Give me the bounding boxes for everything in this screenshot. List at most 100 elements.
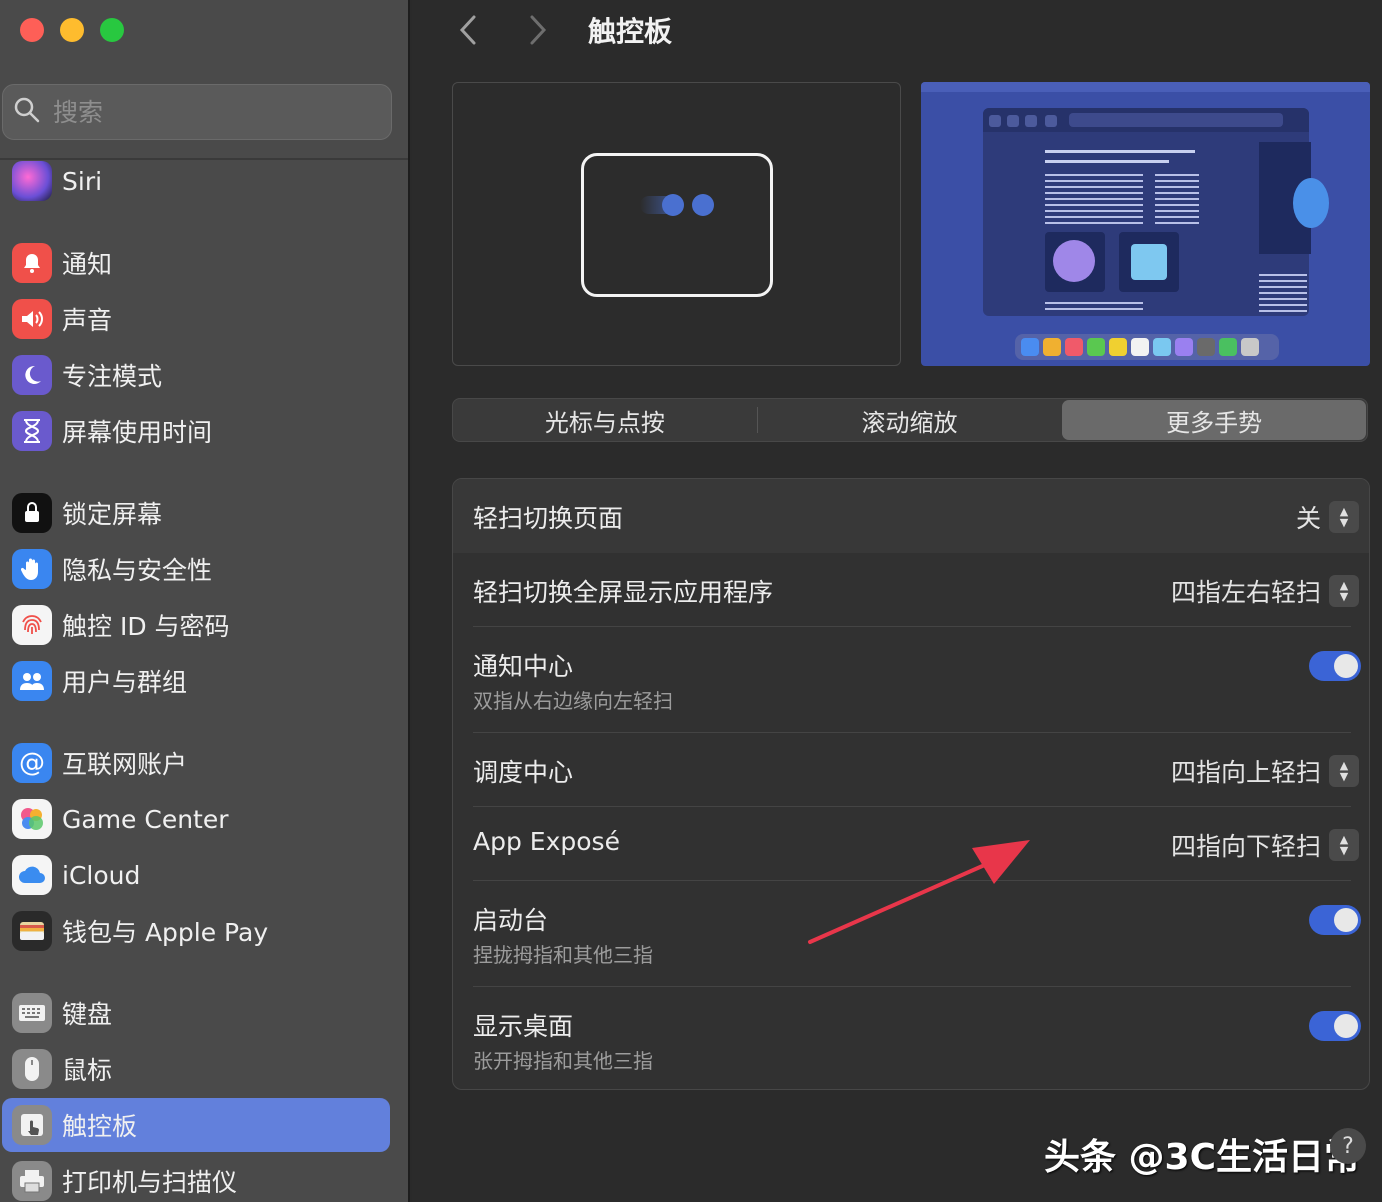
sidebar-item-icloud[interactable]: iCloud xyxy=(2,848,390,902)
swipe-fullscreen-popup[interactable]: 四指左右轻扫 ▲ ▼ xyxy=(1171,573,1359,609)
toolbar-dot xyxy=(1025,115,1037,127)
circle-shape xyxy=(1293,178,1329,228)
dock-app xyxy=(1021,338,1039,356)
zoom-window-button[interactable] xyxy=(100,18,124,42)
dock-app xyxy=(1131,338,1149,356)
sidebar-item-users[interactable]: 用户与群组 xyxy=(2,654,390,708)
printer-icon xyxy=(12,1161,52,1201)
sidebar-item-label: 屏幕使用时间 xyxy=(62,418,213,447)
dock-app xyxy=(1043,338,1061,356)
setting-subtitle: 捏拢拇指和其他三指 xyxy=(473,943,653,967)
sidebar-item-keyboard[interactable]: 键盘 xyxy=(2,986,390,1040)
sidebar-item-label: 用户与群组 xyxy=(62,668,188,697)
sidebar-item-label: 锁定屏幕 xyxy=(62,500,163,529)
sidebar-item-mouse[interactable]: 鼠标 xyxy=(2,1042,390,1096)
search-input[interactable] xyxy=(53,97,353,127)
setting-row-show-desktop: 显示桌面 张开拇指和其他三指 xyxy=(453,987,1369,1089)
dock-app xyxy=(1219,338,1237,356)
setting-row-swipe-pages[interactable]: 轻扫切换页面 关 ▲ ▼ xyxy=(453,479,1369,553)
trackpad-illustration xyxy=(581,153,773,297)
setting-title: 轻扫切换页面 xyxy=(473,504,624,533)
setting-row-notification-center: 通知中心 双指从右边缘向左轻扫 xyxy=(453,627,1369,733)
sidebar: Siri 通知 声音 专注模式 屏幕使用时间 锁定屏幕 xyxy=(0,0,410,1202)
setting-subtitle: 张开拇指和其他三指 xyxy=(473,1049,653,1073)
watermark: 头条 @3C生活日常 xyxy=(1044,1137,1361,1178)
setting-row-launchpad: 启动台 捏拢拇指和其他三指 xyxy=(453,881,1369,987)
swipe-pages-popup[interactable]: 关 ▲ ▼ xyxy=(1296,499,1359,535)
siri-icon xyxy=(12,161,52,201)
tab-scroll-zoom[interactable]: 滚动缩放 xyxy=(758,399,1062,441)
search-field[interactable] xyxy=(2,84,392,140)
dock-illustration xyxy=(1015,334,1279,360)
dock-app xyxy=(1197,338,1215,356)
setting-row-app-expose[interactable]: App Exposé 四指向下轻扫 ▲ ▼ xyxy=(453,807,1369,881)
sidebar-item-game-center[interactable]: Game Center xyxy=(2,792,390,846)
text-line xyxy=(1045,160,1169,163)
chevron-up-down-icon: ▲ ▼ xyxy=(1329,501,1359,533)
side-window-illustration xyxy=(1259,142,1329,254)
sidebar-item-wallet[interactable]: 钱包与 Apple Pay xyxy=(2,904,390,958)
sidebar-item-touch-id[interactable]: 触控 ID 与密码 xyxy=(2,598,390,652)
dock-app xyxy=(1065,338,1083,356)
sidebar-item-notifications[interactable]: 通知 xyxy=(2,236,390,290)
tab-bar: 光标与点按 滚动缩放 更多手势 xyxy=(452,398,1368,442)
tab-label: 更多手势 xyxy=(1166,408,1263,437)
chevron-right-icon xyxy=(530,15,547,45)
app-expose-popup[interactable]: 四指向下轻扫 ▲ ▼ xyxy=(1171,827,1359,863)
sidebar-item-screen-time[interactable]: 屏幕使用时间 xyxy=(2,404,390,458)
sidebar-item-printers[interactable]: 打印机与扫描仪 xyxy=(2,1154,390,1202)
sidebar-item-trackpad[interactable]: 触控板 xyxy=(2,1098,390,1152)
sidebar-item-sound[interactable]: 声音 xyxy=(2,292,390,346)
finger-dot xyxy=(692,194,714,216)
chevron-up-down-icon: ▲ ▼ xyxy=(1329,829,1359,861)
mission-control-popup[interactable]: 四指向上轻扫 ▲ ▼ xyxy=(1171,753,1359,789)
setting-title: 调度中心 xyxy=(473,758,574,787)
users-icon xyxy=(12,661,52,701)
minimize-window-button[interactable] xyxy=(60,18,84,42)
url-bar-illustration xyxy=(1069,113,1283,127)
main-pane: 触控板 光标与点按 滚动缩放 更多手势 轻扫切换页面 关 ▲ ▼ 轻扫切换全屏显… xyxy=(412,0,1382,1202)
wallet-icon xyxy=(12,911,52,951)
tab-point-click[interactable]: 光标与点按 xyxy=(453,399,757,441)
tab-label: 滚动缩放 xyxy=(861,408,958,437)
mouse-icon xyxy=(12,1049,52,1089)
notification-center-toggle[interactable] xyxy=(1309,651,1361,681)
toolbar-dot xyxy=(1045,115,1057,127)
close-window-button[interactable] xyxy=(20,18,44,42)
sidebar-item-label: 触控板 xyxy=(62,1112,138,1141)
setting-row-swipe-fullscreen[interactable]: 轻扫切换全屏显示应用程序 四指左右轻扫 ▲ ▼ xyxy=(453,553,1369,627)
sidebar-item-privacy[interactable]: 隐私与安全性 xyxy=(2,542,390,596)
sidebar-item-siri[interactable]: Siri xyxy=(2,154,390,208)
launchpad-toggle[interactable] xyxy=(1309,905,1361,935)
sidebar-item-internet-accounts[interactable]: @ 互联网账户 xyxy=(2,736,390,790)
sidebar-item-label: Game Center xyxy=(62,804,229,834)
help-button[interactable]: ? xyxy=(1330,1128,1366,1164)
sidebar-item-label: iCloud xyxy=(62,860,141,890)
sidebar-item-focus[interactable]: 专注模式 xyxy=(2,348,390,402)
chevron-up-down-icon: ▲ ▼ xyxy=(1329,755,1359,787)
setting-title: App Exposé xyxy=(473,827,620,856)
window-toolbar-illustration xyxy=(983,108,1309,132)
hand-icon xyxy=(12,549,52,589)
show-desktop-toggle[interactable] xyxy=(1309,1011,1361,1041)
setting-title: 轻扫切换全屏显示应用程序 xyxy=(473,578,774,607)
setting-row-mission-control[interactable]: 调度中心 四指向上轻扫 ▲ ▼ xyxy=(453,733,1369,807)
text-block xyxy=(1155,174,1199,224)
menubar-illustration xyxy=(921,82,1370,92)
gesture-preview-screen xyxy=(921,82,1370,366)
popup-value: 四指左右轻扫 xyxy=(1170,578,1321,607)
speaker-icon xyxy=(12,299,52,339)
text-block xyxy=(1259,274,1307,314)
back-button[interactable] xyxy=(448,10,488,50)
sidebar-item-label: Siri xyxy=(62,166,103,196)
sidebar-item-label: 专注模式 xyxy=(62,362,163,391)
fingerprint-icon xyxy=(12,605,52,645)
bell-icon xyxy=(12,243,52,283)
dock-app xyxy=(1241,338,1259,356)
at-icon: @ xyxy=(12,743,52,783)
toolbar-dot xyxy=(1007,115,1019,127)
forward-button[interactable] xyxy=(518,10,558,50)
tab-more-gestures[interactable]: 更多手势 xyxy=(1062,400,1367,440)
game-center-icon xyxy=(12,799,52,839)
sidebar-item-lock-screen[interactable]: 锁定屏幕 xyxy=(2,486,390,540)
